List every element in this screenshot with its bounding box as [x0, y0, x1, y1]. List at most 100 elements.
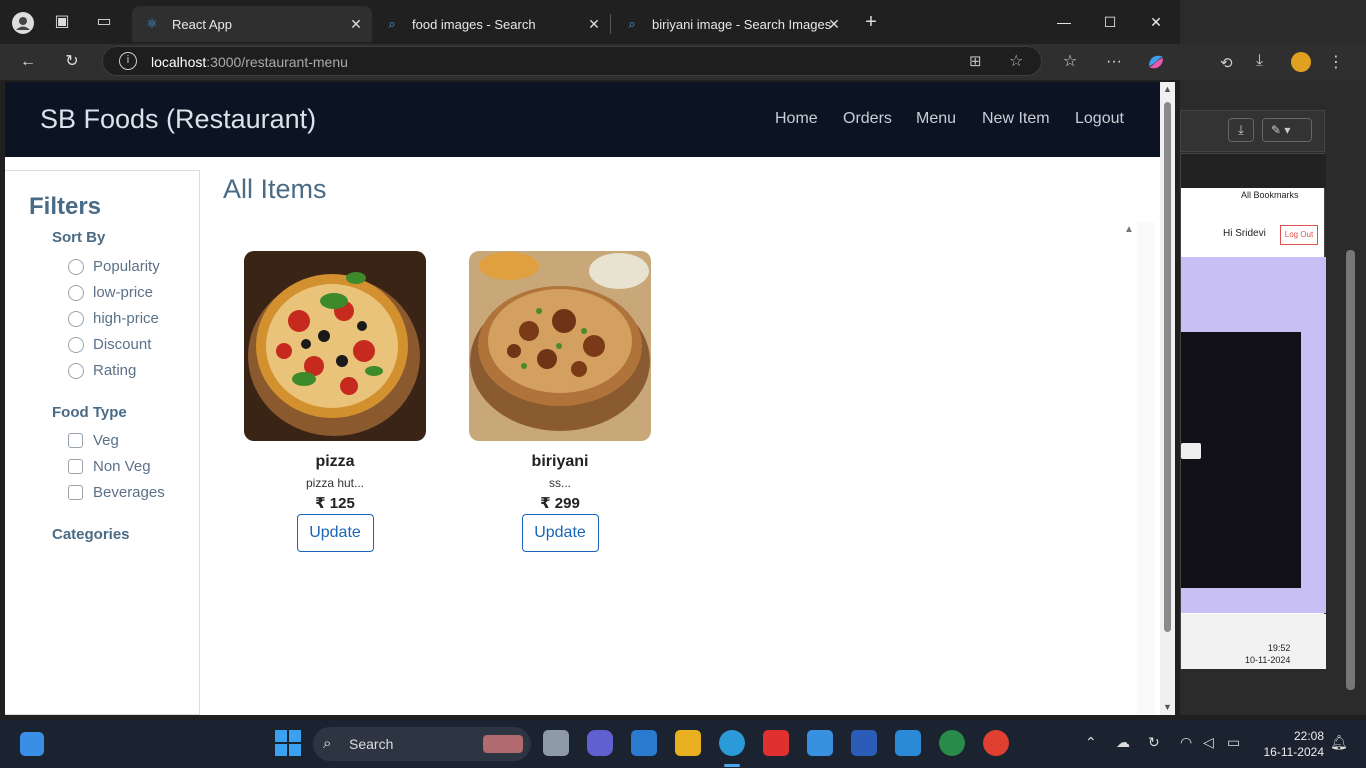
git-icon[interactable] [763, 730, 789, 756]
mongodb-icon[interactable] [939, 730, 965, 756]
radio-button[interactable] [68, 284, 84, 301]
navbar: SB Foods (Restaurant) Home Orders Menu N… [5, 82, 1160, 157]
taskbar-clock[interactable]: 22:08 16-11-2024 [1264, 728, 1325, 760]
update-button[interactable]: Update [296, 514, 374, 552]
nav-menu[interactable]: Menu [916, 110, 956, 128]
volume-icon[interactable]: ◁ [1203, 734, 1214, 751]
page-title: All Items [223, 174, 327, 204]
radio-button[interactable] [68, 336, 84, 353]
browser-toolbar: ← ↻ i localhost:3000/restaurant-menu ⊞ ☆… [0, 44, 1180, 80]
profile-icon[interactable] [12, 12, 34, 34]
widgets-icon[interactable] [20, 732, 44, 756]
sort-low-price[interactable]: low-price [68, 284, 153, 301]
sort-discount[interactable]: Discount [68, 336, 151, 353]
workspaces-icon[interactable]: ▣ [52, 12, 72, 32]
scrollbar-thumb[interactable] [1164, 102, 1171, 632]
battery-icon[interactable]: ▭ [1227, 734, 1240, 751]
start-icon[interactable] [275, 730, 301, 756]
nav-orders[interactable]: Orders [843, 110, 892, 128]
checkbox[interactable] [68, 433, 83, 448]
tab-biriyani-images[interactable]: ⌕ biriyani image - Search Images ✕ [612, 6, 850, 42]
search-icon: ⌕ [628, 16, 636, 31]
item-price: ₹ 299 [540, 495, 580, 512]
filter-beverages[interactable]: Beverages [68, 484, 165, 501]
nav-logout[interactable]: Logout [1075, 110, 1124, 128]
radio-button[interactable] [68, 310, 84, 327]
react-icon: ⚛ [146, 16, 158, 31]
radio-button[interactable] [68, 362, 84, 379]
search-icon: ⌕ [388, 16, 396, 31]
pizza-image [244, 251, 426, 441]
store-icon[interactable] [631, 730, 657, 756]
close-icon[interactable]: ✕ [586, 16, 602, 32]
filters-title: Filters [29, 193, 102, 220]
favorite-star-icon[interactable]: ☆ [1009, 51, 1023, 71]
address-bar[interactable]: i localhost:3000/restaurant-menu ⊞ ☆ [102, 46, 1042, 76]
tab-food-images[interactable]: ⌕ food images - Search ✕ [372, 6, 610, 42]
more-icon: ⋮ [1328, 54, 1344, 71]
copilot-icon[interactable] [1146, 52, 1166, 72]
web-page: SB Foods (Restaurant) Home Orders Menu N… [5, 82, 1160, 715]
new-tab-icon[interactable]: + [861, 12, 881, 32]
close-icon[interactable]: ✕ [826, 16, 842, 32]
radio-button[interactable] [68, 258, 84, 275]
download-icon: ⤓ [1256, 52, 1264, 69]
app-available-icon[interactable]: ⊞ [969, 52, 982, 70]
item-name: biriyani [531, 453, 589, 470]
nav-home[interactable]: Home [775, 110, 818, 128]
word-icon[interactable] [851, 730, 877, 756]
search-highlight-icon [483, 735, 523, 753]
more-icon[interactable]: ··· [1104, 52, 1124, 72]
sort-rating[interactable]: Rating [68, 362, 136, 379]
favorites-icon[interactable]: ☆ [1060, 52, 1080, 72]
greeting-text: Hi Sridevi [1223, 228, 1266, 239]
tab-react-app[interactable]: ⚛ React App ✕ [132, 6, 372, 42]
filter-non-veg[interactable]: Non Veg [68, 458, 151, 475]
checkbox[interactable] [68, 485, 83, 500]
item-card-biriyani: biriyani ss... ₹ 299 Update [469, 251, 651, 552]
sort-popularity[interactable]: Popularity [68, 258, 160, 275]
close-window-icon[interactable]: ✕ [1146, 12, 1166, 32]
bookmarks-label: All Bookmarks [1241, 190, 1299, 200]
logout-badge: Log Out [1280, 225, 1318, 245]
close-icon[interactable]: ✕ [348, 16, 364, 32]
sync-icon[interactable]: ↻ [1148, 734, 1160, 751]
file-explorer-icon[interactable] [675, 730, 701, 756]
taskbar-search[interactable]: ⌕ Search [313, 727, 531, 761]
tab-actions-icon[interactable]: ▭ [94, 12, 114, 32]
edge-icon[interactable] [719, 730, 745, 756]
meet-icon[interactable] [587, 730, 613, 756]
biriyani-image [469, 251, 651, 441]
sort-high-price[interactable]: high-price [68, 310, 159, 327]
chrome-icon[interactable] [983, 730, 1009, 756]
nav-new-item[interactable]: New Item [982, 110, 1050, 128]
info-icon[interactable]: i [119, 52, 137, 70]
vscode-icon[interactable] [895, 730, 921, 756]
maximize-icon[interactable]: ☐ [1100, 12, 1120, 32]
page-scrollbar[interactable]: ▲ ▼ [1160, 82, 1175, 715]
cloud-icon[interactable]: ☁ [1116, 734, 1130, 751]
background-browser-window: ⟲ ⤓ ⋮ ⤓ ✎ ▾ All Bookmarks Hi Sridevi Log… [1180, 0, 1366, 715]
search-placeholder: Search [349, 736, 394, 752]
extensions-icon: ⟲ [1220, 55, 1233, 72]
update-button[interactable]: Update [521, 514, 599, 552]
refresh-icon[interactable]: ↻ [62, 52, 82, 72]
item-name: pizza [315, 453, 355, 470]
item-description: ss... [548, 476, 571, 490]
scroll-up-icon[interactable]: ▲ [1124, 224, 1134, 235]
task-view-icon[interactable] [543, 730, 569, 756]
back-icon[interactable]: ← [18, 52, 38, 72]
item-description: pizza hut... [305, 476, 365, 490]
checkbox[interactable] [68, 459, 83, 474]
filter-veg[interactable]: Veg [68, 432, 119, 449]
wifi-icon[interactable]: ◠ [1180, 734, 1192, 751]
chevron-up-icon[interactable]: ⌃ [1085, 734, 1097, 751]
tab-title: React App [172, 16, 232, 32]
sort-by-label: Sort By [52, 229, 106, 246]
notification-bell-icon[interactable]: 🔔︎ [1330, 734, 1348, 751]
embedded-screenshot: All Bookmarks Hi Sridevi Log Out 19:52 10… [1180, 153, 1326, 669]
photos-icon[interactable] [807, 730, 833, 756]
brand-title[interactable]: SB Foods (Restaurant) [40, 104, 316, 135]
minimize-icon[interactable]: — [1054, 12, 1074, 32]
tab-title: biriyani image - Search Images [652, 16, 832, 32]
